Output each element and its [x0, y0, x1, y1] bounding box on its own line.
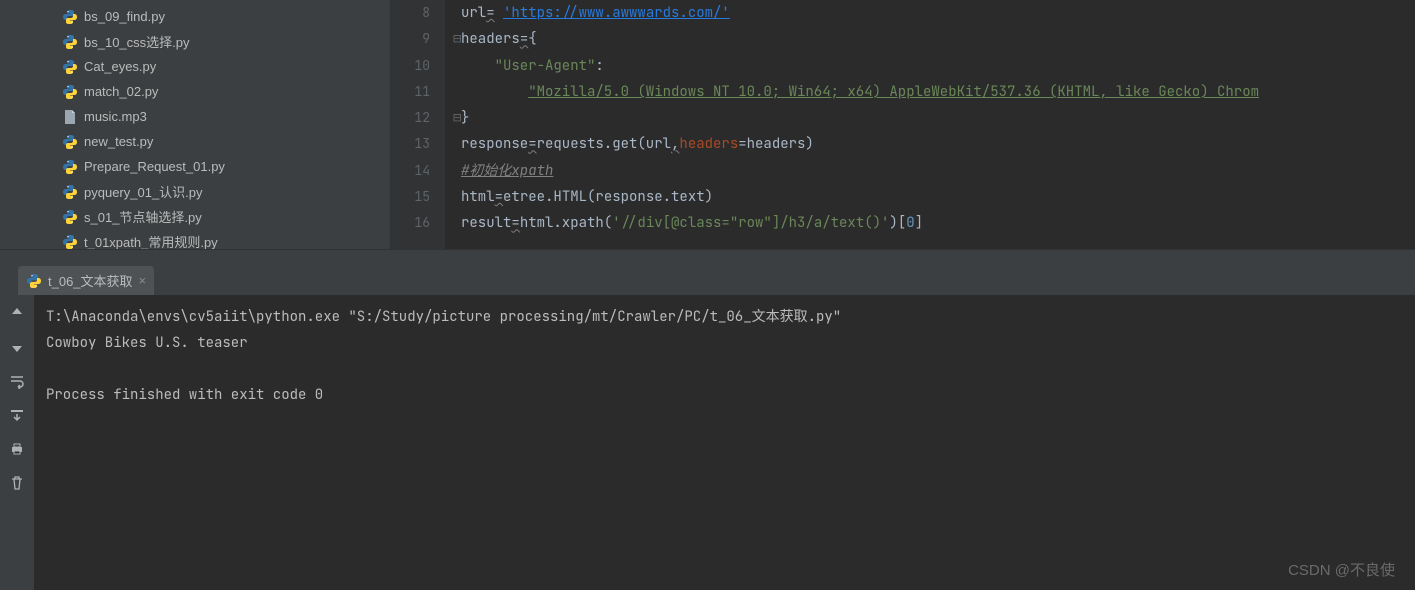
run-panel: t_06_文本获取 × T:\Anaconda\envs\cv5aiit\pyt… [0, 249, 1415, 590]
file-icon [62, 109, 78, 125]
close-icon[interactable]: × [139, 273, 147, 288]
line-gutter: 8910111213141516 [390, 0, 445, 249]
file-tree[interactable]: bs_09_find.py bs_10_css选择.py Cat_eyes.pyma… [0, 0, 390, 249]
python-icon [62, 159, 78, 175]
file-Cat_eyes-py[interactable]: Cat_eyes.py [0, 54, 390, 79]
watermark: CSDN @不良使 [1288, 559, 1395, 580]
run-tab-label: t_06_文本获取 [48, 271, 133, 290]
file-new_test-py[interactable]: new_test.py [0, 129, 390, 154]
file-music-mp3[interactable]: music.mp3 [0, 104, 390, 129]
tree-item-label: pyquery_01_认识.py [84, 182, 203, 201]
file-Prepare_Request_01-py[interactable]: Prepare_Request_01.py [0, 154, 390, 179]
file-s_01_节点轴选择-py[interactable]: s_01_节点轴选择.py [0, 204, 390, 229]
up-icon[interactable] [5, 301, 29, 325]
file-pyquery_01_认识-py[interactable]: pyquery_01_认识.py [0, 179, 390, 204]
file-bs_09_find-py[interactable]: bs_09_find.py [0, 4, 390, 29]
wrap-icon[interactable] [5, 369, 29, 393]
code-area[interactable]: url= 'https://www.awwwards.com/' ⊟header… [445, 0, 1415, 249]
tree-item-label: Prepare_Request_01.py [84, 159, 225, 174]
trash-icon[interactable] [5, 471, 29, 495]
python-icon [62, 209, 78, 225]
tree-item-label: match_02.py [84, 84, 158, 99]
tree-item-label: Cat_eyes.py [84, 59, 156, 74]
tree-item-label: bs_09_find.py [84, 9, 165, 24]
file-match_02-py[interactable]: match_02.py [0, 79, 390, 104]
console-toolbar [0, 295, 34, 590]
down-icon[interactable] [5, 335, 29, 359]
run-tab-bar: t_06_文本获取 × [0, 249, 1415, 295]
python-icon [62, 184, 78, 200]
python-icon [62, 34, 78, 50]
code-editor[interactable]: 8910111213141516 url= 'https://www.awwwa… [390, 0, 1415, 249]
python-icon [62, 134, 78, 150]
console-output[interactable]: T:\Anaconda\envs\cv5aiit\python.exe "S:/… [34, 295, 1415, 590]
python-icon [62, 234, 78, 250]
python-icon [62, 59, 78, 75]
tree-item-label: t_01xpath_常用规则.py [84, 232, 218, 249]
file-t_01xpath_常用规则-py[interactable]: t_01xpath_常用规则.py [0, 229, 390, 249]
python-icon [62, 84, 78, 100]
file-bs_10_css选择-py[interactable]: bs_10_css选择.py [0, 29, 390, 54]
project-sidebar: bs_09_find.py bs_10_css选择.py Cat_eyes.pyma… [0, 0, 390, 249]
tree-item-label: s_01_节点轴选择.py [84, 207, 202, 226]
run-tab[interactable]: t_06_文本获取 × [18, 266, 154, 295]
scroll-icon[interactable] [5, 403, 29, 427]
print-icon[interactable] [5, 437, 29, 461]
tree-item-label: new_test.py [84, 134, 153, 149]
tree-item-label: bs_10_css选择.py [84, 32, 190, 51]
tree-item-label: music.mp3 [84, 109, 147, 124]
python-icon [26, 273, 42, 289]
python-icon [62, 9, 78, 25]
